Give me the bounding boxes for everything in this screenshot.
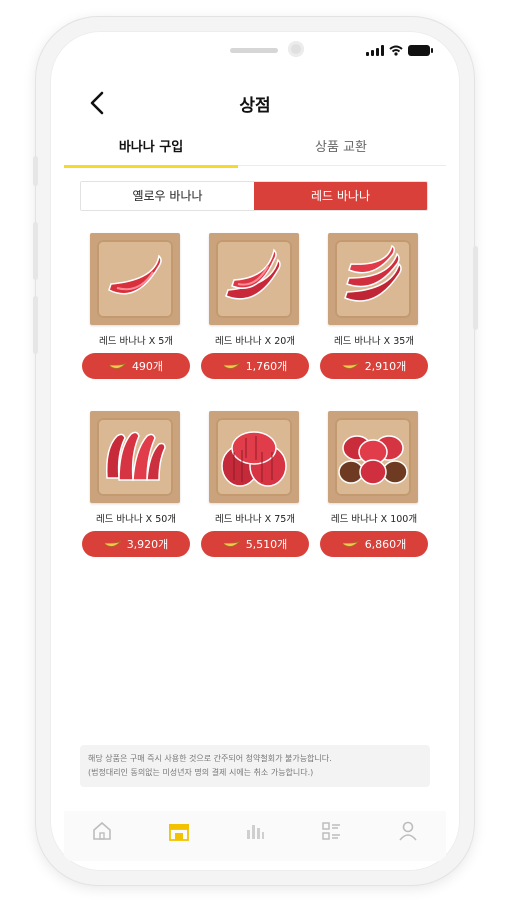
speaker-grille	[230, 48, 278, 53]
product-name: 레드 바나나 X 20개	[214, 336, 296, 347]
nav-item-home[interactable]	[74, 820, 130, 845]
battery-icon	[408, 45, 433, 56]
product-price: 6,860개	[364, 538, 407, 551]
product-image	[209, 411, 299, 503]
product-card[interactable]: 레드 바나나 X 5개 490개	[80, 221, 192, 381]
product-name: 레드 바나나 X 75개	[214, 514, 296, 525]
phone-screen: 상점 바나나 구입 상품 교환 옐로우 바나나 레드 바나나 레드 바나나 X …	[50, 31, 460, 871]
front-camera	[288, 41, 304, 57]
product-name: 레드 바나나 X 50개	[95, 514, 177, 525]
product-card[interactable]: 레드 바나나 X 75개 5,510개	[199, 399, 311, 559]
nav-item-stats[interactable]	[227, 820, 283, 845]
product-name: 레드 바나나 X 100개	[330, 514, 418, 525]
tab-buy-banana[interactable]: 바나나 구입	[64, 136, 238, 168]
product-image	[328, 233, 418, 325]
banana-coin-icon	[342, 540, 359, 547]
shop-icon	[168, 824, 189, 841]
bar-chart-icon	[246, 825, 264, 839]
product-name: 레드 바나나 X 35개	[333, 336, 415, 347]
bottom-nav	[64, 811, 446, 861]
product-image	[209, 233, 299, 325]
purchase-notice: 해당 상품은 구매 즉시 사용한 것으로 간주되어 청약철회가 불가능합니다. …	[80, 745, 430, 787]
notice-line-1: 해당 상품은 구매 즉시 사용한 것으로 간주되어 청약철회가 불가능합니다.	[88, 754, 332, 763]
buy-button[interactable]: 6,860개	[320, 531, 428, 557]
banana-single-icon	[108, 254, 162, 295]
banana-big-bunch-icon	[221, 431, 287, 487]
banana-type-switch: 옐로우 바나나 레드 바나나	[80, 181, 428, 211]
nav-item-profile[interactable]	[380, 820, 436, 845]
banana-coin-icon	[223, 540, 240, 547]
buy-button[interactable]: 1,760개	[201, 353, 309, 379]
product-price: 1,760개	[245, 360, 288, 373]
home-icon	[93, 821, 111, 840]
phone-volume-down-button	[33, 296, 38, 354]
buy-button[interactable]: 3,920개	[82, 531, 190, 557]
nav-item-shop[interactable]	[151, 820, 207, 845]
segment-red-banana[interactable]: 레드 바나나	[254, 182, 427, 210]
product-card[interactable]: 레드 바나나 X 100개 6,860개	[318, 399, 430, 559]
banana-coin-icon	[342, 362, 359, 369]
list-icon	[322, 822, 341, 840]
buy-button[interactable]: 5,510개	[201, 531, 309, 557]
wifi-icon	[389, 45, 403, 56]
product-image	[328, 411, 418, 503]
banana-triple-icon	[344, 244, 402, 302]
user-icon	[399, 821, 417, 841]
banana-coin-icon	[109, 362, 127, 369]
phone-mute-button	[33, 156, 38, 186]
product-price: 2,910개	[364, 360, 407, 373]
banana-box-icon	[338, 435, 408, 485]
product-name: 레드 바나나 X 5개	[98, 336, 174, 347]
main-tabs: 바나나 구입 상품 교환	[64, 136, 446, 168]
nav-item-list[interactable]	[303, 820, 359, 845]
banana-bunch-icon	[105, 431, 166, 481]
tab-exchange[interactable]: 상품 교환	[254, 136, 428, 166]
buy-button[interactable]: 2,910개	[320, 353, 428, 379]
signal-icon	[366, 45, 384, 56]
product-price: 5,510개	[245, 538, 288, 551]
page-title: 상점	[239, 96, 271, 116]
banana-double-icon	[225, 248, 281, 300]
product-grid: 레드 바나나 X 5개 490개 레드 바나나 X 20개 1,760개 레드 …	[80, 221, 430, 559]
buy-button[interactable]: 490개	[82, 353, 190, 379]
phone-power-button	[473, 246, 478, 330]
product-card[interactable]: 레드 바나나 X 35개 2,910개	[318, 221, 430, 381]
banana-coin-icon	[223, 362, 240, 369]
notice-line-2: (법정대리인 동의없는 미성년자 명의 결제 시에는 취소 가능합니다.)	[88, 768, 314, 777]
product-price: 3,920개	[126, 538, 169, 551]
status-bar	[366, 45, 433, 56]
product-card[interactable]: 레드 바나나 X 50개 3,920개	[80, 399, 192, 559]
product-image	[90, 233, 180, 325]
product-image	[90, 411, 180, 503]
product-price: 490개	[131, 360, 164, 373]
segment-yellow-banana[interactable]: 옐로우 바나나	[81, 182, 254, 210]
phone-volume-up-button	[33, 222, 38, 280]
product-card[interactable]: 레드 바나나 X 20개 1,760개	[199, 221, 311, 381]
banana-coin-icon	[104, 540, 121, 547]
